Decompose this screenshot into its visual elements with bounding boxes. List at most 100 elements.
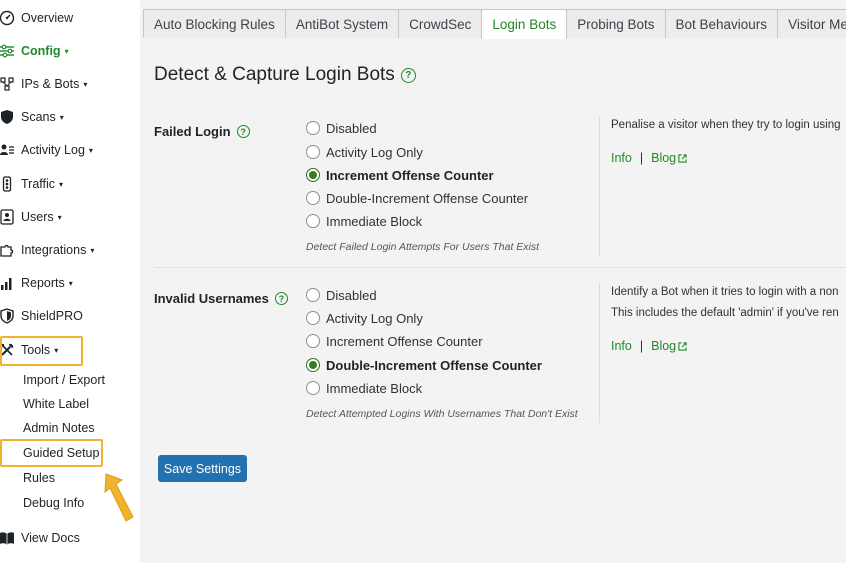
radio-button-selected[interactable] [306, 358, 320, 372]
sidebar-item-scans[interactable]: Scans ▾ [0, 105, 64, 129]
radio-button[interactable] [306, 121, 320, 135]
page-title: Detect & Capture Login Bots ? [154, 64, 416, 86]
radio-button[interactable] [306, 381, 320, 395]
invalid-usernames-option-increment-offense-counter[interactable]: Increment Offense Counter [306, 331, 483, 351]
help-icon[interactable]: ? [400, 67, 416, 83]
invalid-usernames-label: Invalid Usernames ? [154, 291, 288, 306]
failed-login-option-immediate-block[interactable]: Immediate Block [306, 211, 422, 231]
tab-crowdsec[interactable]: CrowdSec [398, 9, 483, 38]
chevron-down-icon: ▾ [68, 278, 73, 288]
sidebar-item-label: Reports [21, 276, 65, 290]
tab-bot-behaviours[interactable]: Bot Behaviours [664, 9, 779, 38]
sidebar-item-label: View Docs [21, 531, 80, 545]
option-label: Increment Offense Counter [326, 167, 494, 183]
option-label: Disabled [326, 287, 377, 303]
radio-button[interactable] [306, 145, 320, 159]
sidebar-item-activity-log[interactable]: Activity Log ▾ [0, 138, 93, 162]
sidebar-item-label: Traffic [21, 177, 56, 191]
sidebar-item-config[interactable]: Config ▾ [0, 39, 69, 63]
sidebar-item-ips-bots[interactable]: IPs & Bots ▾ [0, 72, 87, 96]
shield-pro-icon [0, 307, 16, 325]
chevron-down-icon: ▾ [57, 212, 62, 222]
puzzle-icon [0, 241, 16, 259]
option-label: Activity Log Only [326, 144, 423, 160]
info-link[interactable]: Info [611, 151, 632, 165]
failed-login-option-disabled[interactable]: Disabled [306, 118, 377, 138]
sidebar-item-label: Config [21, 44, 61, 58]
tab-visitor-messages[interactable]: Visitor Messa [777, 9, 846, 38]
option-label: Immediate Block [326, 380, 423, 396]
sidebar-item-label: Scans [21, 110, 56, 124]
chevron-down-icon: ▾ [59, 112, 64, 122]
link-separator: | [639, 151, 644, 165]
submenu-item-admin-notes[interactable]: Admin Notes [23, 418, 95, 438]
blog-link[interactable]: Blog [651, 339, 687, 353]
invalid-usernames-option-immediate-block[interactable]: Immediate Block [306, 378, 422, 398]
submenu-item-import-export[interactable]: Import / Export [23, 370, 105, 390]
failed-login-label: Failed Login ? [154, 124, 250, 139]
option-label: Immediate Block [326, 213, 423, 229]
tab-login-bots[interactable]: Login Bots [481, 9, 568, 39]
section-label-text: Failed Login [154, 124, 231, 139]
save-settings-button[interactable]: Save Settings [158, 455, 247, 482]
chevron-down-icon: ▾ [59, 179, 64, 189]
sidebar-item-label: IPs & Bots [21, 77, 80, 91]
sidebar-item-label: Users [21, 210, 54, 224]
help-icon[interactable]: ? [236, 125, 250, 138]
guided-setup-highlight-box [0, 439, 103, 467]
sidebar-item-users[interactable]: Users ▾ [0, 205, 62, 229]
dashboard-gauge-icon [0, 9, 16, 27]
radio-button[interactable] [306, 191, 320, 205]
page-title-text: Detect & Capture Login Bots [154, 64, 395, 85]
help-icon[interactable]: ? [274, 292, 288, 305]
sidebar-item-shieldpro[interactable]: ShieldPRO [0, 304, 83, 328]
sidebar-item-traffic[interactable]: Traffic ▾ [0, 172, 63, 196]
tab-probing-bots[interactable]: Probing Bots [566, 9, 666, 38]
blog-link-label: Blog [651, 151, 677, 165]
network-nodes-icon [0, 75, 16, 93]
tab-bar: Auto Blocking Rules AntiBot System Crowd… [143, 9, 846, 39]
submenu-item-white-label[interactable]: White Label [23, 394, 89, 414]
external-link-icon [678, 341, 687, 351]
invalid-usernames-option-activity-log-only[interactable]: Activity Log Only [306, 308, 423, 328]
option-label: Activity Log Only [326, 310, 423, 326]
chevron-down-icon: ▾ [83, 79, 88, 89]
failed-login-option-increment-offense-counter[interactable]: Increment Offense Counter [306, 165, 494, 185]
radio-button[interactable] [306, 311, 320, 325]
option-label: Increment Offense Counter [326, 333, 483, 349]
section-divider [154, 267, 846, 268]
chevron-down-icon: ▾ [90, 245, 95, 255]
failed-login-option-double-increment[interactable]: Double-Increment Offense Counter [306, 188, 528, 208]
invalid-usernames-option-double-increment[interactable]: Double-Increment Offense Counter [306, 355, 542, 375]
tab-antibot-system[interactable]: AntiBot System [284, 9, 400, 38]
option-label: Double-Increment Offense Counter [326, 190, 529, 206]
option-label: Double-Increment Offense Counter [326, 357, 542, 373]
blog-link[interactable]: Blog [651, 151, 687, 165]
shield-icon [0, 108, 16, 126]
sidebar-item-view-docs[interactable]: View Docs [0, 526, 80, 550]
sidebar-item-integrations[interactable]: Integrations ▾ [0, 238, 94, 262]
submenu-item-debug-info[interactable]: Debug Info [23, 493, 84, 513]
invalid-usernames-note: Detect Attempted Logins With Usernames T… [306, 408, 578, 420]
sidebar-item-reports[interactable]: Reports ▾ [0, 271, 73, 295]
radio-button[interactable] [306, 334, 320, 348]
radio-button[interactable] [306, 214, 320, 228]
failed-login-links: Info | Blog [611, 151, 687, 165]
radio-button-selected[interactable] [306, 168, 320, 182]
info-link[interactable]: Info [611, 339, 632, 353]
main-content: Auto Blocking Rules AntiBot System Crowd… [140, 0, 846, 563]
submenu-item-rules[interactable]: Rules [23, 468, 55, 488]
tools-highlight-box [0, 336, 83, 366]
sidebar-item-overview[interactable]: Overview [0, 6, 73, 30]
link-separator: | [639, 339, 644, 353]
invalid-usernames-option-disabled[interactable]: Disabled [306, 285, 377, 305]
column-divider [599, 283, 600, 423]
failed-login-option-activity-log-only[interactable]: Activity Log Only [306, 142, 423, 162]
book-icon [0, 529, 16, 547]
failed-login-note: Detect Failed Login Attempts For Users T… [306, 241, 540, 253]
radio-button[interactable] [306, 288, 320, 302]
section-label-text: Invalid Usernames [154, 291, 269, 306]
tab-auto-blocking-rules[interactable]: Auto Blocking Rules [143, 9, 286, 38]
invalid-usernames-description-line-2: This includes the default 'admin' if you… [611, 307, 839, 319]
external-link-icon [678, 153, 687, 163]
